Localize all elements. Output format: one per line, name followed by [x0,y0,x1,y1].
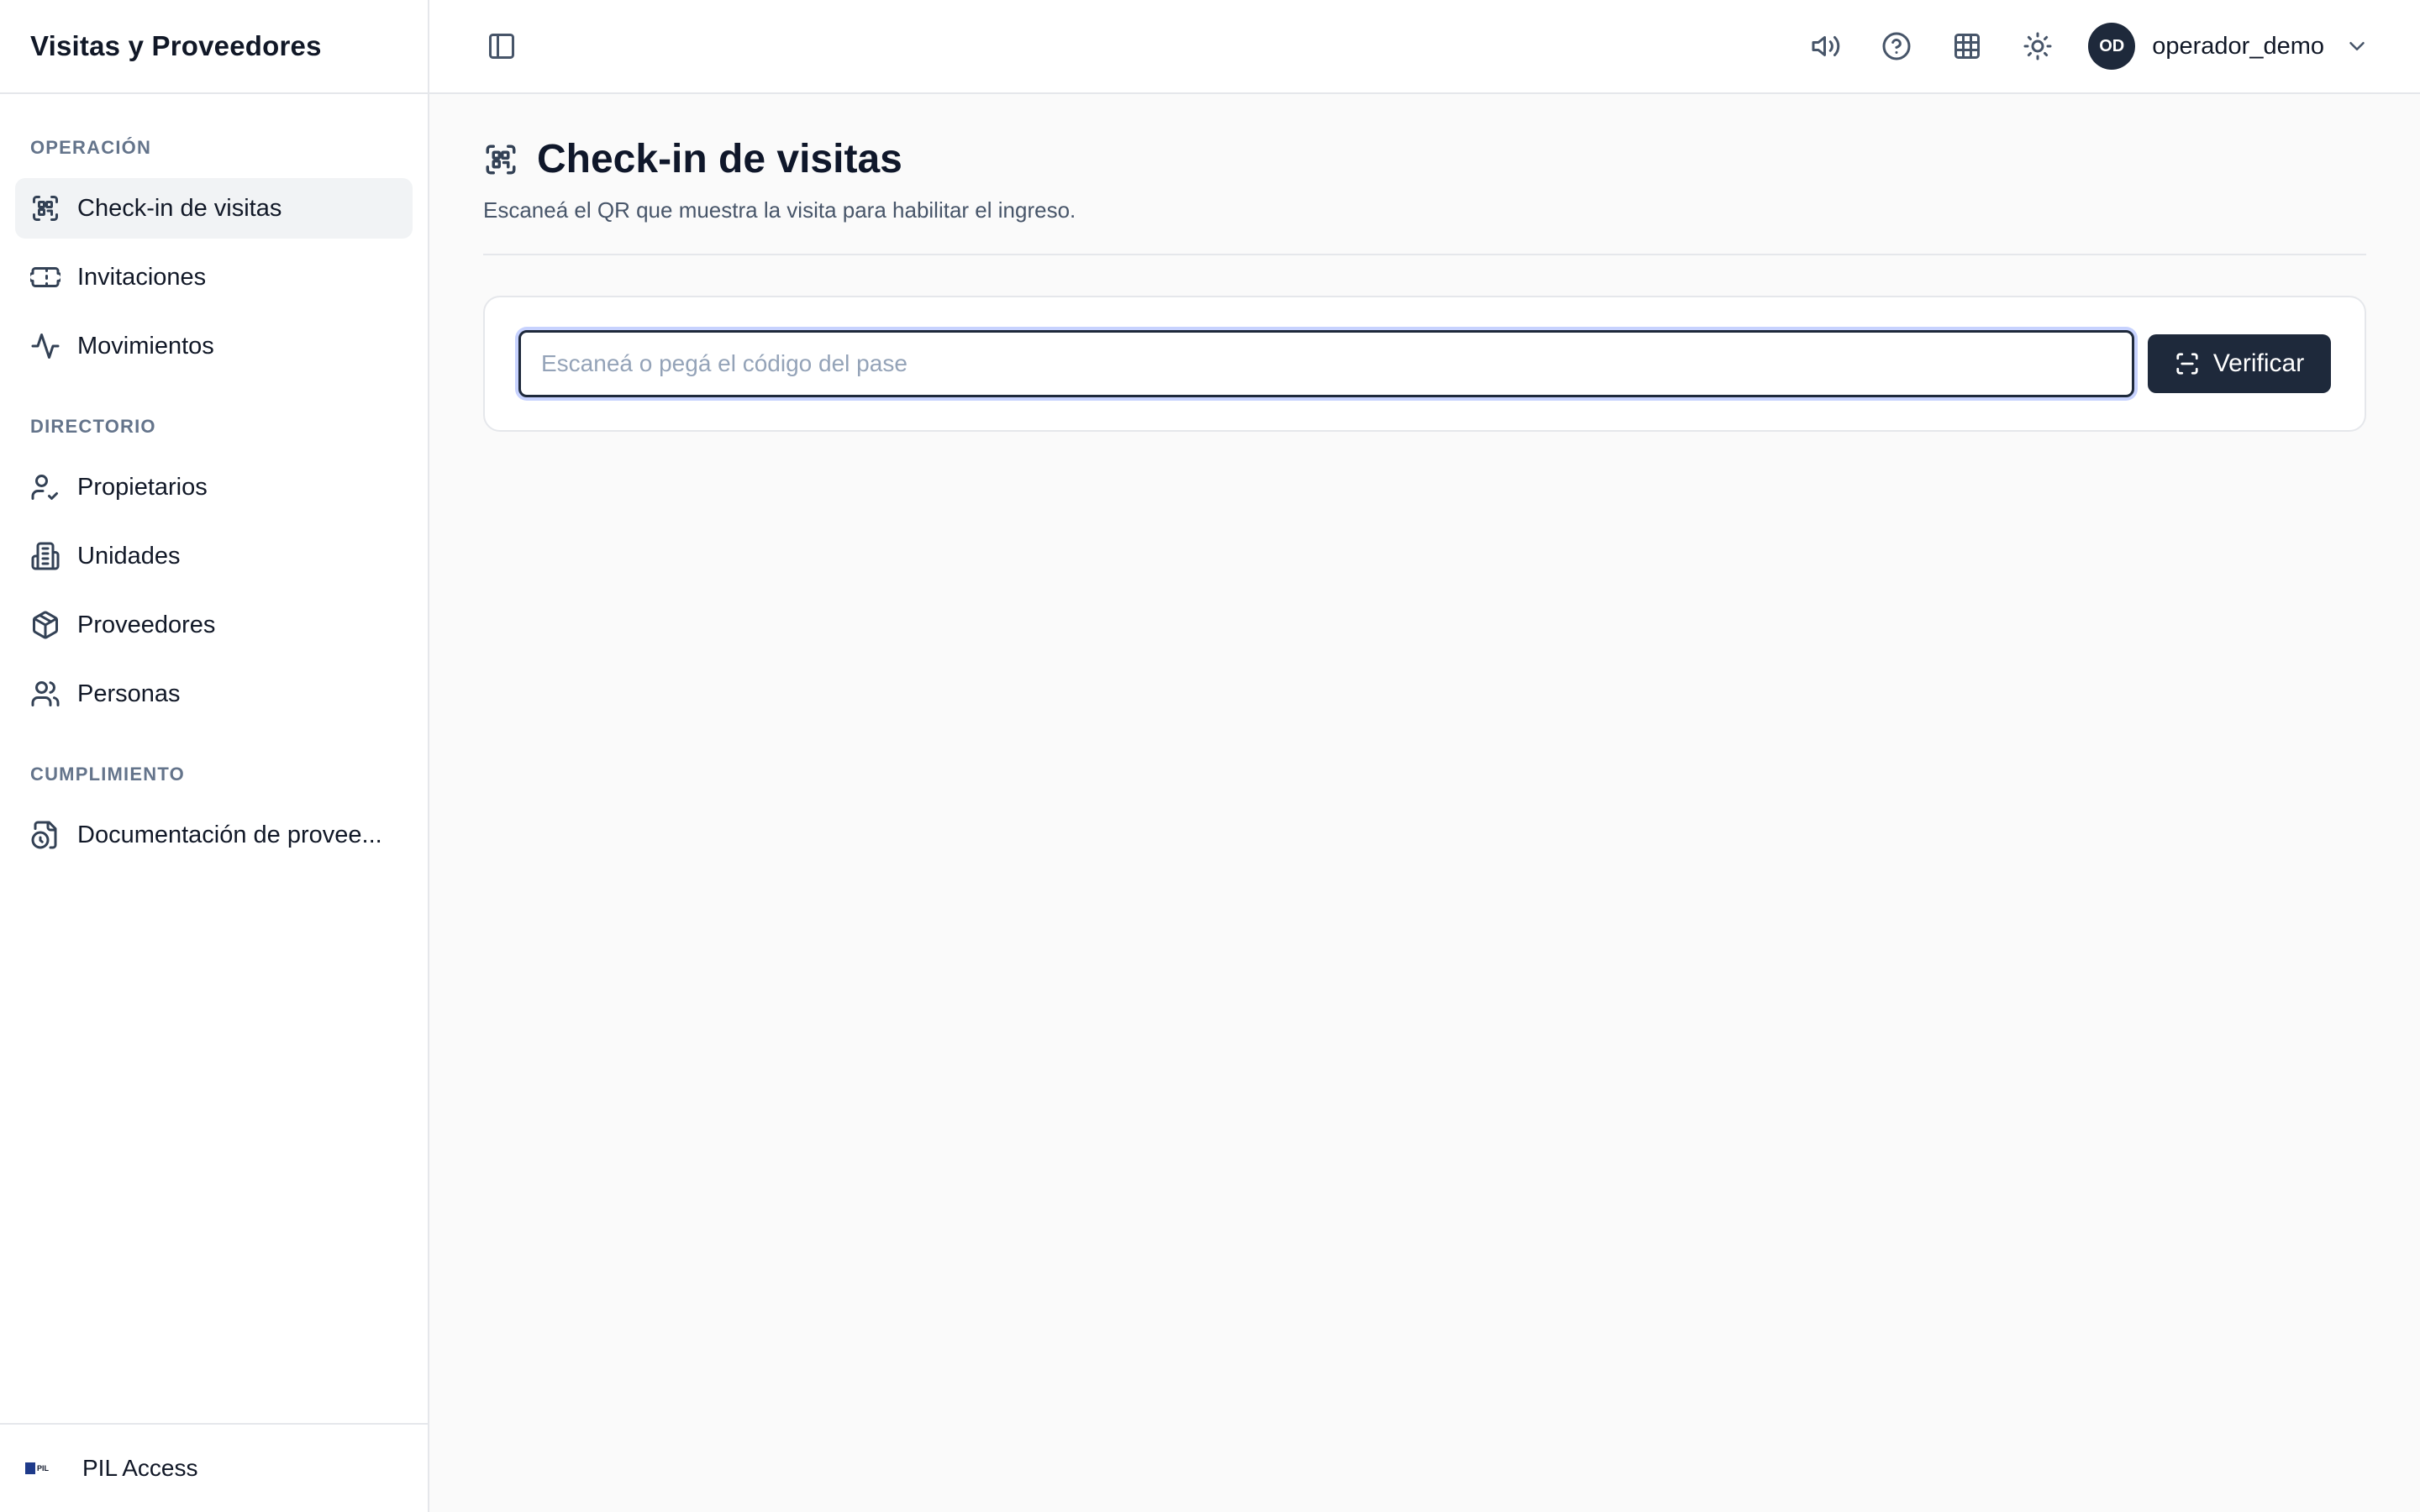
speaker-icon [1812,36,1840,56]
sidebar-item-movimientos[interactable]: Movimientos [15,316,413,376]
sidebar-item-label: Movimientos [77,332,214,360]
users-icon [30,679,60,709]
topbar-actions: OD operador_demo [1774,23,2370,70]
sidebar-nav: OPERACIÓN Check-in de visitas Invitacion… [0,94,428,1423]
pil-logo-icon: PIL [25,1460,59,1477]
sidebar-header: Visitas y Proveedores [0,0,428,94]
sidebar-item-documentacion[interactable]: Documentación de provee... [15,805,413,865]
sidebar-item-check-in[interactable]: Check-in de visitas [15,178,413,239]
app-title: Visitas y Proveedores [30,30,322,61]
app-root: Visitas y Proveedores OPERACIÓN Check-in… [0,0,2420,1512]
content: Check-in de visitas Escaneá el QR que mu… [429,94,2420,432]
scan-qr-icon [483,142,518,177]
page-title-row: Check-in de visitas [483,136,2366,182]
chevron-down-icon [2344,34,2370,59]
scan-qr-icon [30,193,60,223]
announcements-button[interactable] [1807,28,1844,65]
page-subtitle: Escaneá el QR que muestra la visita para… [483,197,1076,223]
sidebar-section-operacion: OPERACIÓN [30,137,152,158]
sidebar-item-personas[interactable]: Personas [15,664,413,724]
grid-icon [1954,34,1981,59]
user-menu[interactable]: OD operador_demo [2088,23,2370,70]
page-title: Check-in de visitas [537,137,902,181]
sidebar: Visitas y Proveedores OPERACIÓN Check-in… [0,0,429,1512]
sun-icon [2023,32,2052,60]
sidebar-item-invitaciones[interactable]: Invitaciones [15,247,413,307]
sidebar-toggle-button[interactable] [483,28,520,65]
pass-code-input[interactable] [518,330,2134,397]
sidebar-item-label: Propietarios [77,473,208,501]
help-button[interactable] [1878,28,1915,65]
ticket-icon [28,262,63,292]
sidebar-footer[interactable]: PIL PIL Access [0,1423,428,1512]
main: OD operador_demo Check-in de visitas Esc… [429,0,2420,1512]
topbar: OD operador_demo [429,0,2420,94]
verify-button-label: Verificar [2212,349,2305,377]
username: operador_demo [2152,32,2324,60]
sidebar-section-cumplimiento: CUMPLIMIENTO [30,764,185,785]
sidebar-item-proveedores[interactable]: Proveedores [15,595,413,655]
sidebar-item-label: Documentación de provee... [77,821,382,848]
help-icon [1882,32,1911,60]
sidebar-item-unidades[interactable]: Unidades [15,526,413,586]
sidebar-item-label: Proveedores [77,611,216,638]
checkin-card: Verificar [483,296,2366,432]
sidebar-item-label: Personas [77,680,181,707]
sidebar-item-label: Invitaciones [77,263,207,291]
sidebar-item-label: Unidades [77,542,181,570]
building-icon [30,541,60,571]
page-header: Check-in de visitas Escaneá el QR que mu… [483,94,2366,255]
verify-button[interactable]: Verificar [2148,334,2331,393]
scan-icon [2176,353,2198,375]
sidebar-section-directorio: DIRECTORIO [30,416,156,437]
activity-icon [30,331,60,361]
footer-brand-label: PIL Access [82,1455,198,1481]
sidebar-toggle-icon [489,34,514,59]
package-icon [30,610,60,640]
sidebar-item-label: Check-in de visitas [77,194,282,222]
user-check-icon [30,472,60,502]
avatar: OD [2088,23,2136,70]
apps-grid-button[interactable] [1949,28,1986,65]
sidebar-item-propietarios[interactable]: Propietarios [15,457,413,517]
file-clock-icon [30,820,60,850]
theme-toggle-button[interactable] [2019,28,2056,65]
